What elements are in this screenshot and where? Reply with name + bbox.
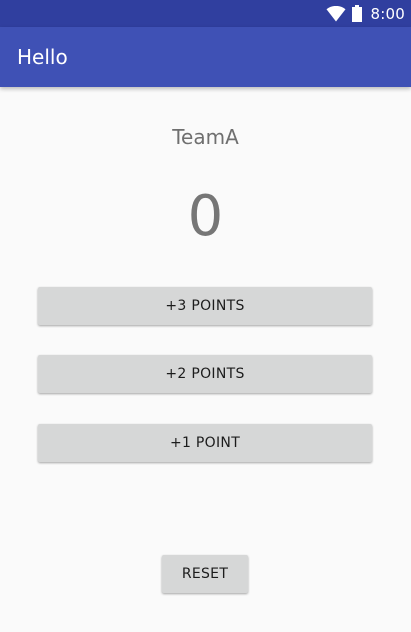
add-two-points-button[interactable]: +2 POINTS	[38, 355, 372, 393]
reset-button[interactable]: RESET	[162, 555, 248, 593]
team-score: 0	[187, 184, 224, 249]
app-title: Hello	[17, 45, 68, 69]
add-one-point-button[interactable]: +1 POINT	[38, 424, 372, 462]
app-bar: Hello	[0, 27, 411, 87]
status-time: 8:00	[370, 4, 405, 23]
status-icons: 8:00	[326, 3, 405, 24]
wifi-icon	[326, 5, 346, 21]
status-bar: 8:00	[0, 0, 411, 27]
team-name-label: TeamA	[172, 125, 239, 149]
battery-icon	[351, 5, 362, 22]
add-three-points-button[interactable]: +3 POINTS	[38, 287, 372, 325]
